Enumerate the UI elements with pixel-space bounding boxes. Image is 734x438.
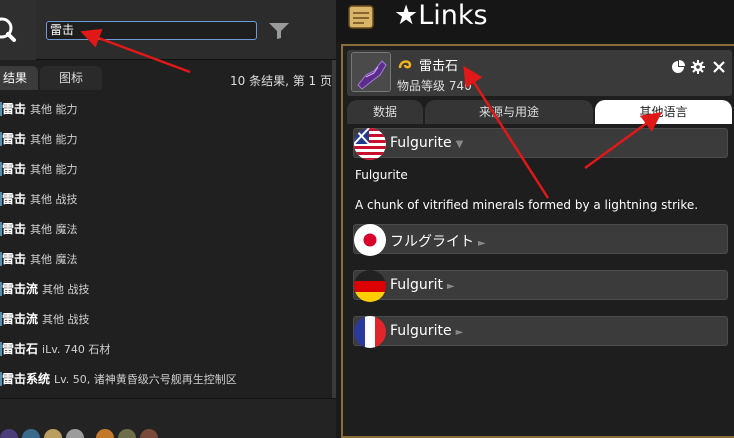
page-title: ★Links [394,0,488,31]
close-icon[interactable] [712,59,726,73]
result-meta: Lv. 50, 诸神黄昏级六号舰再生控制区 [54,373,237,386]
result-meta: 其他 能力 [30,103,78,116]
lang-row-german[interactable]: Fulgurit ► [353,270,728,302]
list-item[interactable]: 雷击石 iLv. 740 石材 [0,334,332,364]
lang-row-french[interactable]: Fulgurite ► [353,316,728,348]
result-meta: 其他 战技 [42,313,90,326]
skill-icon[interactable] [66,429,84,438]
links-header: ★Links [336,0,734,42]
result-meta: 其他 战技 [42,283,90,296]
gear-icon[interactable] [691,59,705,74]
japan-flag-icon [354,224,386,256]
chevron-right-icon: ► [455,327,464,338]
result-meta: 其他 魔法 [30,253,78,266]
search-icon[interactable] [0,0,36,60]
lang-name: Fulgurite [390,323,452,339]
chevron-down-icon: ▼ [455,139,464,150]
row-edge [0,162,2,176]
tab-results[interactable]: 结果 [0,66,38,90]
list-item[interactable]: 雷击 其他 能力 [0,154,332,184]
lang-label: フルグライト ► [390,231,486,251]
item-panel: 雷击石 物品等级 740 数据 来源与用途 其他语言 Fulgurite ▼ F… [341,44,734,438]
france-flag-icon [354,316,386,348]
list-item[interactable]: 雷击 其他 能力 [0,124,332,154]
result-name: 雷击系统 [2,372,51,386]
chevron-right-icon: ► [478,238,486,249]
result-meta: 其他 能力 [30,163,78,176]
lang-name: Fulgurite [390,135,452,151]
skill-icon[interactable] [22,429,40,438]
skill-icon[interactable] [96,429,114,438]
skill-icon[interactable] [118,429,136,438]
result-name: 雷击 [2,252,27,266]
result-name: 雷击 [2,102,27,116]
row-edge [0,312,2,326]
skill-icon[interactable] [140,429,158,438]
lang-row-japanese[interactable]: フルグライト ► [353,224,728,256]
scrollbar[interactable] [332,60,336,398]
tab-data[interactable]: 数据 [347,100,423,124]
result-name: 雷击 [2,222,27,236]
lang-name: フルグライト [390,234,474,250]
tab-other-languages[interactable]: 其他语言 [595,100,732,124]
search-bar: 雷击 [0,0,336,60]
result-meta: 其他 战技 [30,193,78,206]
lang-label: Fulgurite ▼ [390,135,463,151]
bottom-toolbar [0,398,336,438]
row-edge [0,192,2,206]
tab-icons[interactable]: 图标 [40,66,102,90]
result-name: 雷击 [2,132,27,146]
row-edge [0,222,2,236]
result-name: 雷击石 [2,342,39,356]
skill-icon[interactable] [0,429,18,438]
results-list: 雷击 其他 能力 雷击 其他 能力 雷击 其他 能力 雷击 其他 战技 雷击 其他 魔法 … [0,94,332,400]
results-count: 10 条结果, 第 1 页 [230,74,332,88]
lang-row-english[interactable]: Fulgurite ▼ [353,128,728,160]
row-edge [0,282,2,296]
translated-name: Fulgurite [355,168,408,182]
item-name: 雷击石 [419,59,459,74]
tab-sources[interactable]: 来源与用途 [425,100,593,124]
result-name: 雷击流 [2,312,39,326]
lang-label: Fulgurite ► [390,323,463,339]
skill-icon[interactable] [44,429,62,438]
us-flag-icon [354,128,386,160]
rarity-icon [397,56,413,72]
lang-name: Fulgurit [390,277,443,293]
result-name: 雷击流 [2,282,39,296]
germany-flag-icon [354,270,386,302]
list-item[interactable]: 雷击流 其他 战技 [0,304,332,334]
result-name: 雷击 [2,162,27,176]
list-item[interactable]: 雷击 其他 战技 [0,184,332,214]
lang-label: Fulgurit ► [390,277,455,293]
list-item[interactable]: 雷击 其他 魔法 [0,214,332,244]
search-input[interactable]: 雷击 [46,21,257,40]
filter-icon[interactable] [268,22,290,40]
item-header: 雷击石 物品等级 740 [347,50,732,96]
list-item[interactable]: 雷击系统 Lv. 50, 诸神黄昏级六号舰再生控制区 [0,364,332,394]
result-name: 雷击 [2,192,27,206]
result-meta: iLv. 740 石材 [42,343,111,356]
row-edge [0,372,2,386]
search-panel: 雷击 结果 图标 10 条结果, 第 1 页 雷击 其他 能力 雷击 其他 能力 雷… [0,0,336,438]
list-item[interactable]: 雷击 其他 能力 [0,94,332,124]
list-item[interactable]: 雷击流 其他 战技 [0,274,332,304]
result-meta: 其他 魔法 [30,223,78,236]
row-edge [0,102,2,116]
list-item[interactable]: 雷击 其他 魔法 [0,244,332,274]
translated-description: A chunk of vitrified minerals formed by … [355,198,699,212]
pie-chart-icon[interactable] [671,59,685,73]
crystal-icon [351,52,391,92]
row-edge [0,132,2,146]
item-tabs: 数据 来源与用途 其他语言 [347,100,732,124]
result-meta: 其他 能力 [30,133,78,146]
row-edge [0,342,2,356]
results-tabs: 结果 图标 10 条结果, 第 1 页 [0,66,336,90]
scroll-icon [346,2,376,32]
row-edge [0,252,2,266]
chevron-right-icon: ► [446,281,455,292]
item-level: 物品等级 740 [397,79,472,93]
